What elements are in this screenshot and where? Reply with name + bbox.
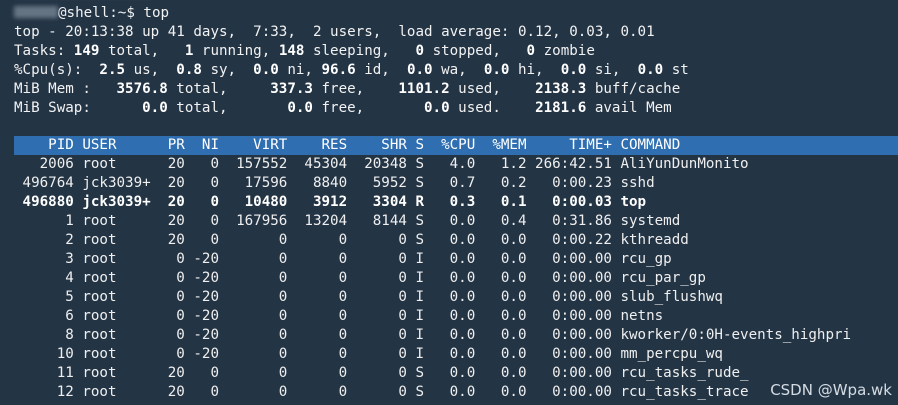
swap-line: MiB Swap: 0.0 total, 0.0 free, 0.0 used.… <box>14 99 672 118</box>
tasks-zombie-label: zombie <box>535 43 595 59</box>
cpu-st-label: st <box>663 62 689 78</box>
mem-cache-label: buff/cache <box>586 81 681 97</box>
cpu-id-value: 96.6 <box>321 62 356 78</box>
cpu-wa-label: wa, <box>432 62 484 78</box>
cpu-st-value: 0.0 <box>637 62 664 78</box>
tasks-total-label: total, <box>99 43 185 59</box>
tasks-label: Tasks: <box>14 43 74 59</box>
mem-label: MiB Mem : <box>14 81 117 97</box>
process-row[interactable]: 2 root 20 0 0 0 0 S 0.0 0.0 0:00.22 kthr… <box>14 231 689 250</box>
mem-cache-value: 2138.3 <box>535 81 587 97</box>
cpu-label: %Cpu(s): <box>14 62 100 78</box>
process-row[interactable]: 1 root 20 0 167956 13204 8144 S 0.0 0.4 … <box>14 212 680 231</box>
process-row[interactable]: 2006 root 20 0 157552 45304 20348 S 4.0 … <box>14 155 749 174</box>
mem-total-label: total, <box>167 81 271 97</box>
process-row[interactable]: 5 root 0 -20 0 0 0 I 0.0 0.0 0:00.00 slu… <box>14 288 723 307</box>
process-row[interactable]: 6 root 0 -20 0 0 0 I 0.0 0.0 0:00.00 net… <box>14 307 663 326</box>
swap-label: MiB Swap: <box>14 100 143 116</box>
cpu-wa-value: 0.0 <box>406 62 433 78</box>
csdn-watermark: CSDN @Wpa.wk <box>770 381 892 399</box>
tasks-stopped-value: 0 <box>415 43 425 59</box>
tasks-total-value: 149 <box>73 43 100 59</box>
prompt-command: @shell:~$ top <box>58 5 170 21</box>
cpu-us-label: us, <box>125 62 177 78</box>
mem-line: MiB Mem : 3576.8 total, 337.3 free, 1101… <box>14 80 680 99</box>
swap-used-value: 0.0 <box>424 100 450 116</box>
tasks-zombie-value: 0 <box>526 43 536 59</box>
process-row[interactable]: 10 root 0 -20 0 0 0 I 0.0 0.0 0:00.00 mm… <box>14 345 723 364</box>
tasks-sleeping-label: sleeping, <box>304 43 416 59</box>
swap-used-label: used. <box>449 100 536 116</box>
tasks-sleeping-value: 148 <box>278 43 305 59</box>
cpu-hi-value: 0.0 <box>483 62 510 78</box>
top-uptime-line: top - 20:13:38 up 41 days, 7:33, 2 users… <box>14 24 655 40</box>
shell-prompt: @shell:~$ top <box>14 4 169 23</box>
cpu-si-label: si, <box>586 62 638 78</box>
swap-total-label: total, <box>167 100 288 116</box>
swap-total-value: 0.0 <box>142 100 168 116</box>
swap-free-label: free, <box>312 100 425 116</box>
mem-free-label: free, <box>312 81 399 97</box>
mem-used-value: 1101.2 <box>398 81 450 97</box>
terminal-window[interactable]: @shell:~$ top top - 20:13:38 up 41 days,… <box>0 0 898 405</box>
swap-free-value: 0.0 <box>287 100 313 116</box>
process-row[interactable]: 12 root 20 0 0 0 0 S 0.0 0.0 0:00.00 rcu… <box>14 383 749 402</box>
column-header: PID USER PR NI VIRT RES SHR S %CPU %MEM … <box>14 137 681 153</box>
cpu-ni-label: ni, <box>278 62 322 78</box>
cpu-id-label: id, <box>355 62 407 78</box>
tasks-stopped-label: stopped, <box>424 43 527 59</box>
process-row[interactable]: 11 root 20 0 0 0 0 S 0.0 0.0 0:00.00 rcu… <box>14 364 749 383</box>
swap-avail-label: avail Mem <box>586 100 672 116</box>
process-row-highlighted[interactable]: 496880 jck3039+ 20 0 10480 3912 3304 R 0… <box>14 193 647 212</box>
cpu-sy-label: sy, <box>201 62 254 78</box>
process-row[interactable]: 496764 jck3039+ 20 0 17596 8840 5952 S 0… <box>14 174 655 193</box>
cpu-hi-label: hi, <box>509 62 561 78</box>
process-row[interactable]: 8 root 0 -20 0 0 0 I 0.0 0.0 0:00.00 kwo… <box>14 326 851 345</box>
mem-total-value: 3576.8 <box>116 81 168 97</box>
cpu-line: %Cpu(s): 2.5 us, 0.8 sy, 0.0 ni, 96.6 id… <box>14 61 689 80</box>
cpu-us-value: 2.5 <box>99 62 126 78</box>
swap-avail-value: 2181.6 <box>535 100 587 116</box>
tasks-line: Tasks: 149 total, 1 running, 148 sleepin… <box>14 42 595 61</box>
cpu-ni-value: 0.0 <box>253 62 279 78</box>
redacted-username <box>14 6 58 18</box>
mem-free-value: 337.3 <box>270 81 313 97</box>
cpu-si-value: 0.0 <box>560 62 587 78</box>
cpu-sy-value: 0.8 <box>176 62 202 78</box>
process-row[interactable]: 4 root 0 -20 0 0 0 I 0.0 0.0 0:00.00 rcu… <box>14 269 706 288</box>
tasks-running-label: running, <box>193 43 279 59</box>
mem-used-label: used, <box>449 81 536 97</box>
process-row[interactable]: 3 root 0 -20 0 0 0 I 0.0 0.0 0:00.00 rcu… <box>14 250 671 269</box>
